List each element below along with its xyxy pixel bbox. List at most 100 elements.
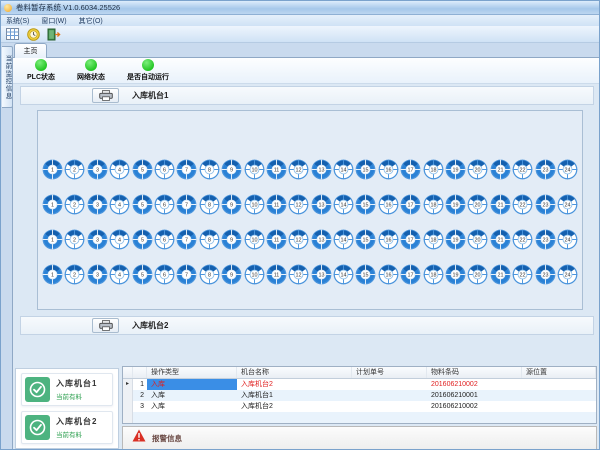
coil-slot-occupied[interactable]: 1 (42, 264, 63, 285)
coil-slot-occupied[interactable]: 17 (400, 194, 421, 215)
coil-slot-occupied[interactable]: 13 (311, 194, 332, 215)
coil-slot-occupied[interactable]: 13 (311, 229, 332, 250)
coil-slot-empty[interactable]: 8 (199, 229, 220, 250)
coil-slot-empty[interactable]: 20 (467, 264, 488, 285)
column-header[interactable]: 物料条码 (427, 367, 522, 378)
menu-other[interactable]: 其它(O) (79, 16, 103, 26)
coil-slot-occupied[interactable]: 15 (355, 264, 376, 285)
column-header[interactable]: 操作类型 (147, 367, 237, 378)
coil-slot-empty[interactable]: 12 (288, 229, 309, 250)
coil-slot-occupied[interactable]: 21 (490, 159, 511, 180)
coil-slot-occupied[interactable]: 5 (132, 194, 153, 215)
coil-slot-empty[interactable]: 10 (244, 229, 265, 250)
coil-slot-empty[interactable]: 4 (109, 159, 130, 180)
coil-slot-occupied[interactable]: 13 (311, 264, 332, 285)
coil-slot-empty[interactable]: 6 (154, 264, 175, 285)
coil-slot-occupied[interactable]: 23 (535, 229, 556, 250)
coil-slot-empty[interactable]: 14 (333, 194, 354, 215)
coil-slot-occupied[interactable]: 11 (266, 229, 287, 250)
coil-slot-occupied[interactable]: 3 (87, 159, 108, 180)
coil-slot-empty[interactable]: 18 (423, 194, 444, 215)
schedule-grid-icon[interactable] (4, 27, 20, 42)
coil-slot-occupied[interactable]: 5 (132, 264, 153, 285)
coil-slot-occupied[interactable]: 15 (355, 159, 376, 180)
machine-card-2[interactable]: 入库机台2 当前有料 (21, 411, 113, 444)
coil-slot-empty[interactable]: 24 (557, 194, 578, 215)
cell-plan-number[interactable] (352, 401, 427, 412)
cell-source-location[interactable] (522, 390, 596, 401)
coil-slot-occupied[interactable]: 11 (266, 159, 287, 180)
coil-slot-occupied[interactable]: 21 (490, 229, 511, 250)
coil-slot-occupied[interactable]: 15 (355, 194, 376, 215)
cell-material-barcode[interactable]: 201606210001 (427, 390, 522, 401)
coil-slot-empty[interactable]: 22 (512, 264, 533, 285)
coil-slot-occupied[interactable]: 23 (535, 194, 556, 215)
cell-source-location[interactable] (522, 401, 596, 412)
coil-slot-occupied[interactable]: 3 (87, 229, 108, 250)
menu-window[interactable]: 窗口(W) (41, 16, 66, 26)
coil-slot-empty[interactable]: 18 (423, 229, 444, 250)
coil-slot-empty[interactable]: 14 (333, 229, 354, 250)
coil-slot-empty[interactable]: 6 (154, 159, 175, 180)
coil-slot-occupied[interactable]: 21 (490, 194, 511, 215)
coil-slot-occupied[interactable]: 7 (176, 264, 197, 285)
coil-slot-empty[interactable]: 16 (378, 159, 399, 180)
coil-slot-occupied[interactable]: 17 (400, 264, 421, 285)
cell-machine-name[interactable]: 入库机台2 (237, 401, 352, 412)
coil-slot-empty[interactable]: 24 (557, 159, 578, 180)
coil-slot-occupied[interactable]: 15 (355, 229, 376, 250)
coil-slot-empty[interactable]: 12 (288, 264, 309, 285)
coil-slot-empty[interactable]: 14 (333, 264, 354, 285)
coil-slot-empty[interactable]: 2 (64, 229, 85, 250)
coil-slot-empty[interactable]: 18 (423, 159, 444, 180)
cell-material-barcode[interactable]: 201606210002 (427, 379, 522, 390)
cell-plan-number[interactable] (352, 379, 427, 390)
coil-slot-empty[interactable]: 2 (64, 159, 85, 180)
coil-slot-occupied[interactable]: 21 (490, 264, 511, 285)
coil-slot-occupied[interactable]: 3 (87, 194, 108, 215)
history-clock-icon[interactable] (25, 27, 41, 42)
table-row[interactable]: 3入库入库机台2201606210002 (123, 401, 596, 412)
coil-slot-empty[interactable]: 10 (244, 159, 265, 180)
coil-slot-occupied[interactable]: 11 (266, 194, 287, 215)
coil-slot-empty[interactable]: 22 (512, 229, 533, 250)
coil-slot-occupied[interactable]: 7 (176, 194, 197, 215)
table-row[interactable]: 2入库入库机台1201606210001 (123, 390, 596, 401)
coil-slot-empty[interactable]: 6 (154, 229, 175, 250)
coil-slot-empty[interactable]: 22 (512, 194, 533, 215)
coil-slot-empty[interactable]: 10 (244, 264, 265, 285)
coil-slot-empty[interactable]: 4 (109, 194, 130, 215)
coil-slot-empty[interactable]: 4 (109, 229, 130, 250)
coil-slot-empty[interactable]: 6 (154, 194, 175, 215)
coil-slot-occupied[interactable]: 19 (445, 194, 466, 215)
coil-slot-occupied[interactable]: 3 (87, 264, 108, 285)
coil-slot-empty[interactable]: 8 (199, 264, 220, 285)
coil-slot-occupied[interactable]: 11 (266, 264, 287, 285)
coil-slot-empty[interactable]: 20 (467, 194, 488, 215)
cell-operation-type[interactable]: 入库 (147, 401, 237, 412)
column-header[interactable]: 源位置 (522, 367, 596, 378)
coil-slot-occupied[interactable]: 23 (535, 159, 556, 180)
cell-source-location[interactable] (522, 379, 596, 390)
coil-slot-occupied[interactable]: 17 (400, 159, 421, 180)
coil-slot-empty[interactable]: 16 (378, 229, 399, 250)
column-header[interactable]: 机台名称 (237, 367, 352, 378)
coil-slot-occupied[interactable]: 19 (445, 159, 466, 180)
coil-slot-empty[interactable]: 24 (557, 264, 578, 285)
cell-operation-type[interactable]: 入库 (147, 379, 237, 390)
machine-card-1[interactable]: 入库机台1 当前有料 (21, 373, 113, 406)
coil-slot-occupied[interactable]: 13 (311, 159, 332, 180)
coil-slot-empty[interactable]: 8 (199, 159, 220, 180)
coil-slot-occupied[interactable]: 7 (176, 159, 197, 180)
coil-slot-occupied[interactable]: 9 (221, 229, 242, 250)
coil-slot-empty[interactable]: 16 (378, 194, 399, 215)
cell-plan-number[interactable] (352, 390, 427, 401)
cell-machine-name[interactable]: 入库机台1 (237, 390, 352, 401)
coil-slot-empty[interactable]: 24 (557, 229, 578, 250)
coil-slot-empty[interactable]: 8 (199, 194, 220, 215)
coil-slot-empty[interactable]: 4 (109, 264, 130, 285)
coil-slot-occupied[interactable]: 9 (221, 264, 242, 285)
coil-slot-empty[interactable]: 22 (512, 159, 533, 180)
coil-slot-empty[interactable]: 20 (467, 229, 488, 250)
print-button-station1[interactable] (92, 88, 119, 103)
